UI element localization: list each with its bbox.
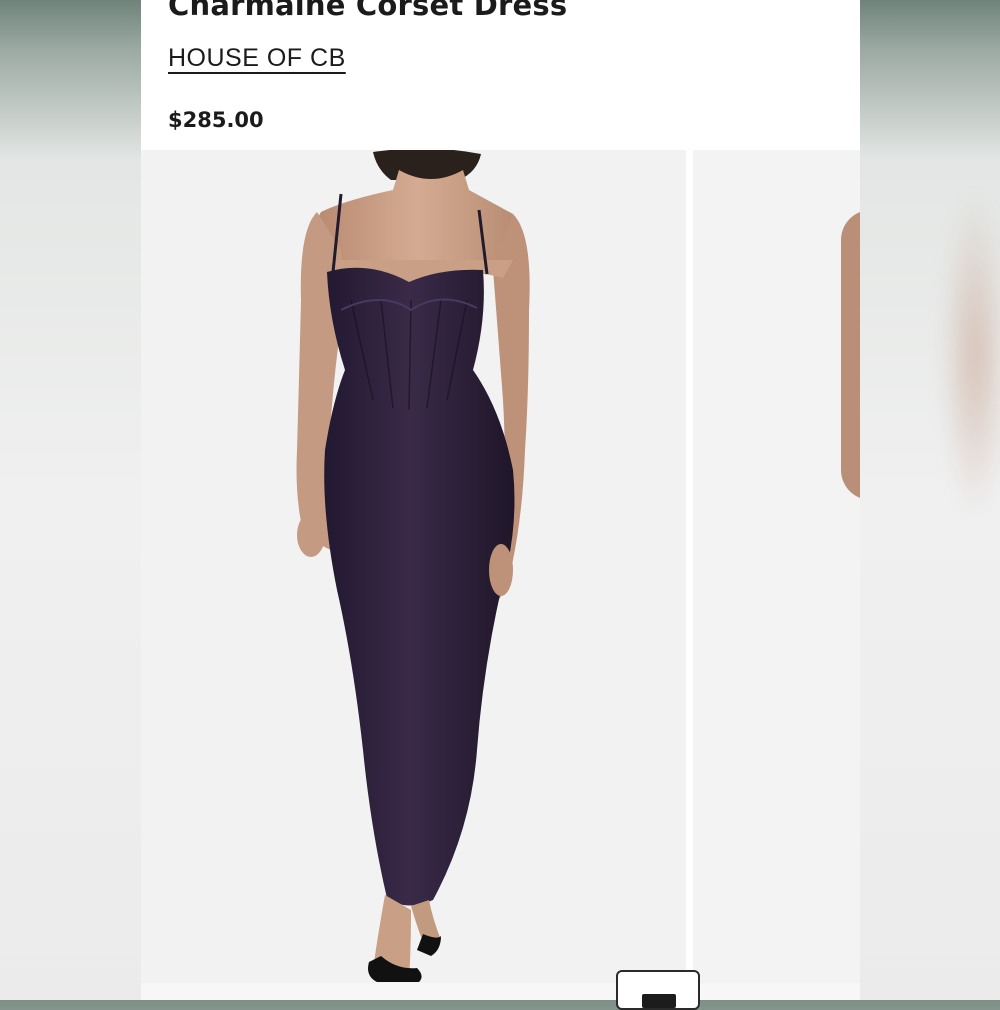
next-image-arm: [841, 210, 860, 500]
product-card: Charmaine Corset Dress HOUSE OF CB $285.…: [141, 0, 860, 1000]
brand-link[interactable]: HOUSE OF CB: [168, 44, 346, 73]
blurred-arm: [940, 190, 1000, 520]
menu-icon: [642, 994, 676, 1008]
product-title: Charmaine Corset Dress: [168, 0, 568, 22]
product-price: $285.00: [168, 108, 264, 132]
bottom-strip: [141, 983, 860, 1000]
product-image-next[interactable]: [693, 150, 860, 983]
floating-action-button[interactable]: [616, 970, 700, 1010]
product-image-main[interactable]: [141, 150, 686, 983]
dress-illustration: [296, 150, 530, 982]
background-blur-left: [0, 0, 141, 1000]
background-blur-right: [860, 0, 1000, 1000]
